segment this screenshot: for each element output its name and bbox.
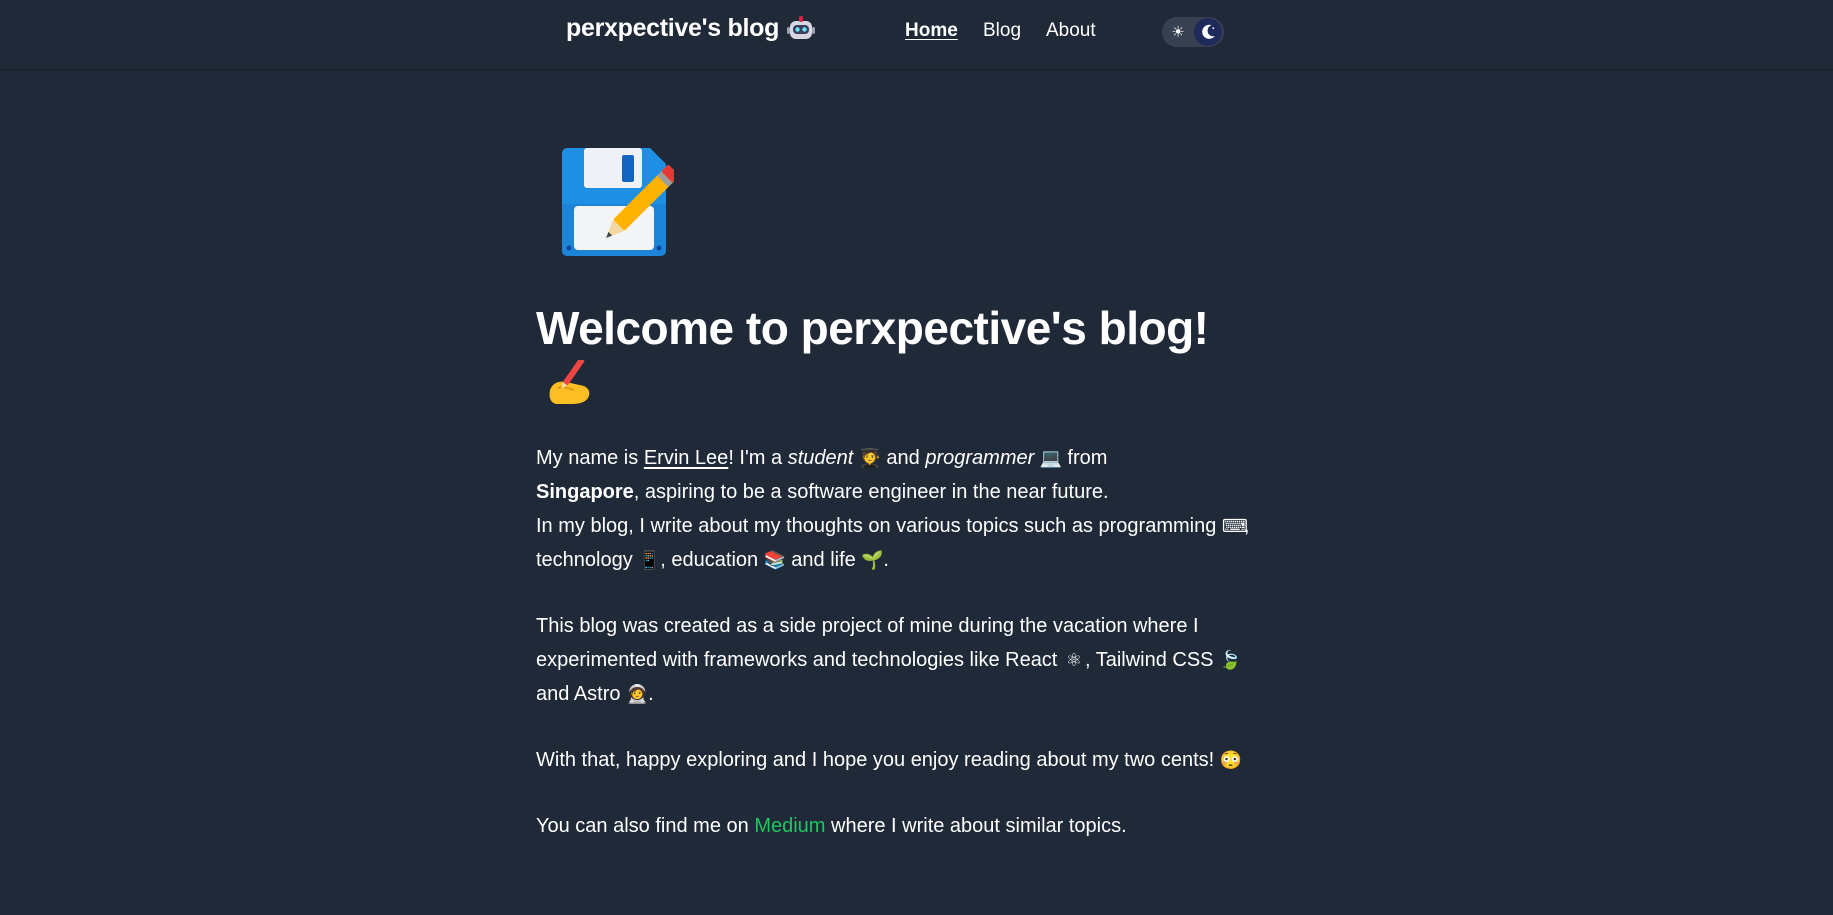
text-segment: from — [1061, 447, 1108, 469]
student-text: student — [787, 447, 854, 469]
nav-blog-link[interactable]: Blog — [983, 20, 1021, 42]
text-segment: With that, happy exploring and I hope yo… — [536, 749, 1220, 771]
keyboard-icon: ⌨ — [1221, 516, 1248, 536]
medium-paragraph: You can also find me on Medium where I w… — [536, 809, 1256, 843]
text-segment: and life — [785, 549, 862, 571]
medium-link[interactable]: Medium — [754, 815, 825, 837]
floppy-disk-pencil-icon — [562, 148, 674, 256]
closing-paragraph: With that, happy exploring and I hope yo… — [536, 743, 1256, 777]
text-segment: . — [648, 683, 654, 705]
text-segment: In my blog, I write about my thoughts on… — [536, 515, 1222, 537]
text-segment: where I write about similar topics. — [825, 815, 1127, 837]
theme-toggle[interactable]: ☀ — [1162, 17, 1224, 47]
seedling-icon: 🌱 — [861, 550, 884, 570]
phone-icon: 📱 — [638, 550, 661, 570]
intro-text: My name is Ervin Lee! I'm a student 🧑‍🎓 … — [536, 441, 1256, 875]
text-segment: and — [880, 447, 926, 469]
site-brand-text: perxpective's blog — [566, 14, 780, 42]
singapore-text: Singapore — [536, 481, 634, 503]
laptop-icon: 💻 — [1039, 448, 1063, 468]
text-segment: ! I'm a — [728, 447, 788, 469]
text-segment: My name is — [536, 447, 644, 469]
site-brand-link[interactable]: perxpective's blog — [566, 14, 816, 43]
sun-icon: ☀ — [1171, 23, 1185, 41]
writing-hand-icon — [549, 360, 590, 404]
nav-about-link[interactable]: About — [1046, 20, 1096, 42]
flushed-face-icon: 😳 — [1219, 750, 1243, 770]
text-segment: , education — [660, 549, 764, 571]
student-icon: 🧑‍🎓 — [858, 448, 882, 468]
intro-paragraph: My name is Ervin Lee! I'm a student 🧑‍🎓 … — [536, 441, 1256, 577]
text-segment: and Astro — [536, 683, 627, 705]
text-segment: You can also find me on — [536, 815, 755, 837]
books-icon: 📚 — [763, 550, 787, 570]
text-segment: , aspiring to be a software engineer in … — [633, 481, 1109, 503]
leaves-icon: 🍃 — [1219, 650, 1242, 670]
project-paragraph: This blog was created as a side project … — [536, 609, 1256, 711]
ervin-lee-link[interactable]: Ervin Lee — [644, 447, 729, 469]
text-segment: . — [883, 549, 889, 571]
moon-icon — [1202, 24, 1215, 39]
programmer-text: programmer — [925, 447, 1035, 469]
top-navbar: perxpective's blog Home Blog About ☀ — [0, 0, 1833, 70]
robot-icon — [787, 15, 816, 39]
nav-home-link[interactable]: Home — [905, 20, 958, 42]
astronaut-icon: 🧑‍🚀 — [626, 684, 649, 704]
text-segment: , Tailwind CSS — [1084, 649, 1220, 671]
react-atom-icon: ⚛ — [1065, 650, 1082, 670]
page-title: Welcome to perxpective's blog! — [536, 302, 1209, 354]
